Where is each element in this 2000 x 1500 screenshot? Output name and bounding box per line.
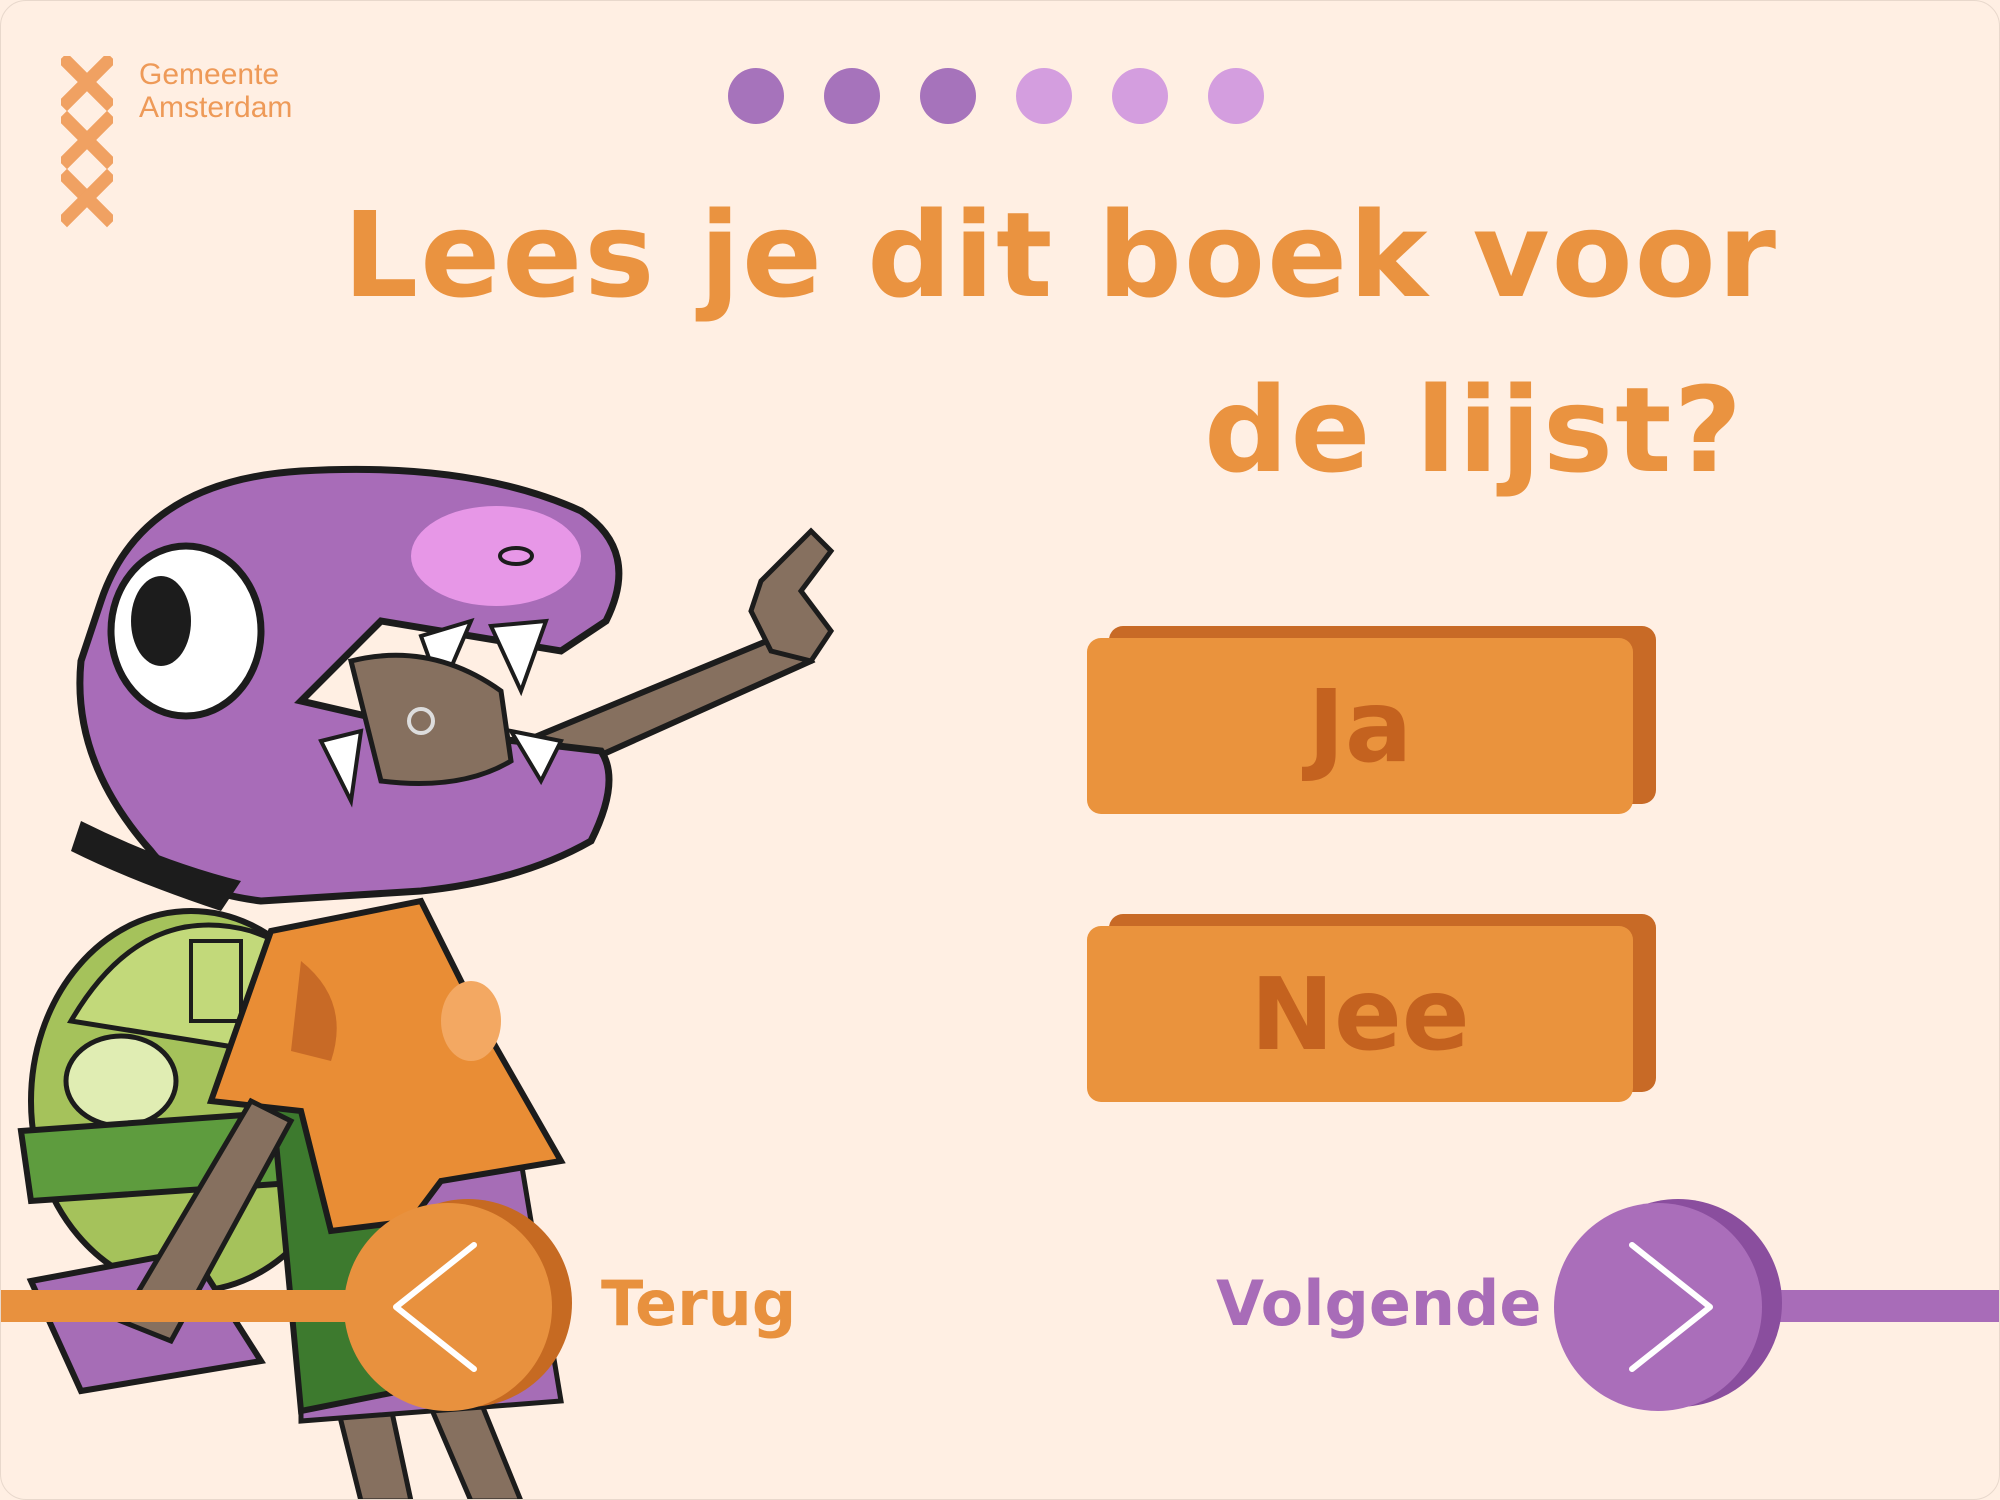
progress-dot-2	[824, 68, 880, 124]
three-crosses-icon	[57, 52, 117, 240]
question-line-1: Lees je dit boek voor	[343, 186, 1778, 324]
answer-yes-button[interactable]: Ja	[1087, 626, 1656, 814]
answer-no-button[interactable]: Nee	[1087, 914, 1656, 1102]
logo-line-1: Gemeente	[139, 58, 280, 91]
progress-indicator	[728, 68, 1264, 124]
answer-yes-label[interactable]: Ja	[1087, 638, 1633, 814]
gemeente-amsterdam-logo: Gemeente Amsterdam	[57, 52, 361, 236]
logo-line-2: Amsterdam	[139, 91, 293, 124]
logo-text: Gemeente Amsterdam	[139, 58, 292, 124]
progress-dot-4	[1016, 68, 1072, 124]
chevron-right-icon	[1629, 1242, 1713, 1372]
question-line-2: de lijst?	[1204, 361, 1745, 499]
progress-dot-5	[1112, 68, 1168, 124]
app-screen: Gemeente Amsterdam Lees je dit boek voor…	[0, 0, 2000, 1500]
back-track-line	[1, 1290, 371, 1322]
back-label[interactable]: Terug	[601, 1273, 796, 1335]
back-button[interactable]	[344, 1199, 572, 1411]
answer-no-label[interactable]: Nee	[1087, 926, 1633, 1102]
next-label[interactable]: Volgende	[1216, 1273, 1541, 1335]
progress-dot-6	[1208, 68, 1264, 124]
progress-dot-1	[728, 68, 784, 124]
chevron-left-icon	[393, 1242, 477, 1372]
next-button[interactable]	[1554, 1199, 1782, 1411]
progress-dot-3	[920, 68, 976, 124]
